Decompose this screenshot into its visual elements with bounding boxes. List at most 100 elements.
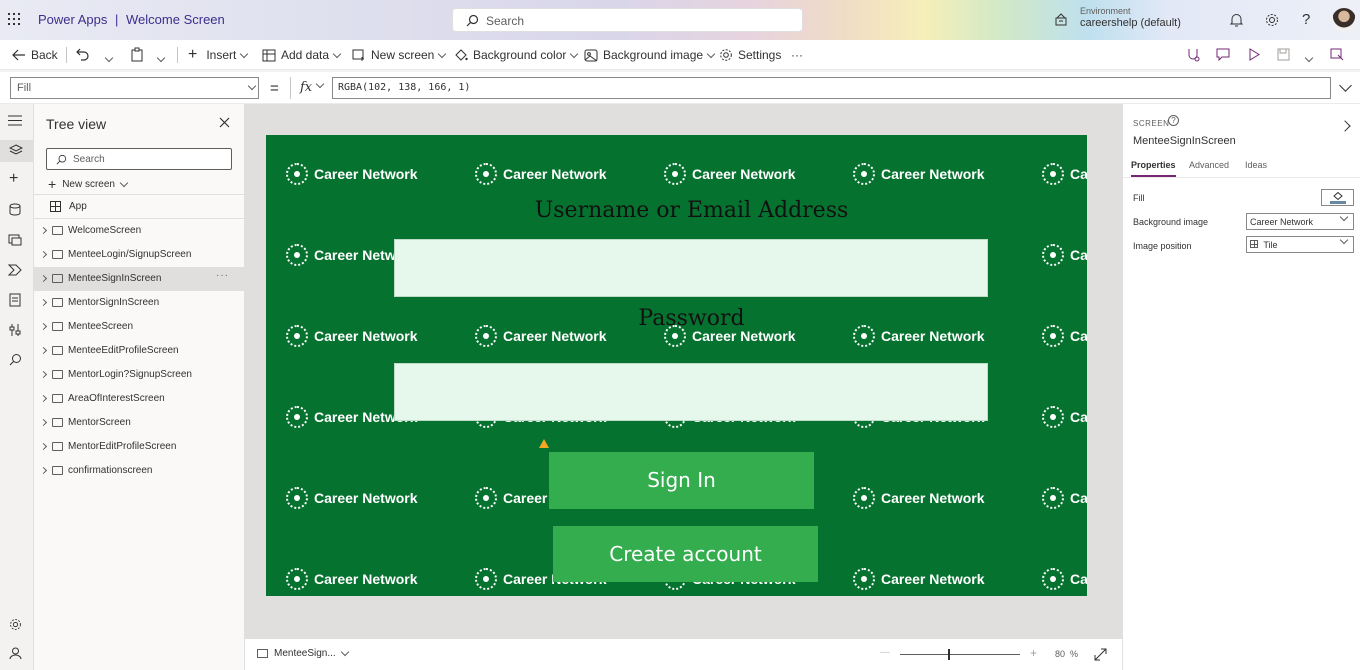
back-button[interactable]: Back [12, 46, 58, 64]
paste-menu-chevron[interactable] [156, 53, 166, 63]
chevron-down-icon [706, 49, 716, 58]
save-icon[interactable] [1277, 48, 1290, 61]
expand-chevron-icon[interactable] [39, 250, 48, 259]
tree-screen-item[interactable]: WelcomeScreen [34, 219, 245, 243]
more-options-button[interactable]: ··· [216, 270, 229, 281]
preview-play-icon[interactable] [1248, 48, 1260, 61]
expand-chevron-icon[interactable] [39, 298, 48, 307]
zoom-slider-thumb[interactable] [948, 649, 950, 660]
zoom-out-button[interactable]: — [880, 647, 890, 658]
settings-button[interactable]: Settings [719, 46, 781, 64]
screen-selector[interactable]: MenteeSign... [257, 647, 349, 659]
collapse-panel-chevron[interactable] [1339, 120, 1351, 132]
save-menu-chevron[interactable] [1304, 53, 1314, 63]
app-checker-icon[interactable] [1186, 48, 1200, 62]
expand-chevron-icon[interactable] [39, 346, 48, 355]
background-image-button[interactable]: Background image [584, 46, 716, 64]
career-network-logo-icon [286, 568, 308, 590]
expand-chevron-icon[interactable] [39, 226, 48, 235]
tree-search-input[interactable]: Search [46, 148, 232, 170]
publish-icon[interactable] [1330, 48, 1344, 61]
expand-chevron-icon[interactable] [39, 370, 48, 379]
app-launcher-icon[interactable] [8, 13, 20, 25]
zoom-slider[interactable] [900, 649, 1020, 660]
create-account-button[interactable]: Create account [553, 526, 818, 582]
tree-screen-item[interactable]: MenteeScreen [34, 315, 245, 339]
chevron-down-icon [1339, 235, 1349, 245]
tree-screen-item[interactable]: confirmationscreen [34, 459, 245, 483]
insert-rail-icon[interactable]: + [9, 170, 18, 188]
expand-chevron-icon[interactable] [39, 274, 48, 283]
tab-advanced[interactable]: Advanced [1189, 160, 1229, 170]
background-image-label: Background image [603, 48, 704, 62]
paste-icon[interactable] [130, 47, 144, 62]
tree-screen-item[interactable]: MenteeEditProfileScreen [34, 339, 245, 363]
user-avatar[interactable] [1332, 8, 1356, 32]
screen-name: MentorEditProfileScreen [68, 441, 177, 452]
expand-formula-chevron[interactable] [1339, 79, 1352, 92]
notifications-icon[interactable] [1230, 13, 1243, 27]
global-search-box[interactable]: Search [452, 8, 803, 32]
tree-screen-item[interactable]: MentorLogin?SignupScreen [34, 363, 245, 387]
environment-value: careershelp (default) [1080, 17, 1181, 29]
new-screen-button[interactable]: New screen [352, 46, 447, 64]
insert-button[interactable]: + Insert [188, 46, 249, 64]
power-automate-icon[interactable] [8, 264, 22, 276]
tree-screen-item[interactable]: MentorSignInScreen [34, 291, 245, 315]
more-commands-button[interactable]: ··· [791, 46, 803, 64]
password-input[interactable] [394, 363, 988, 421]
screen-name: MentorSignInScreen [68, 297, 160, 308]
tree-app-node[interactable]: App [50, 201, 87, 212]
sign-in-button[interactable]: Sign In [549, 452, 814, 509]
tree-screen-item[interactable]: MenteeLogin/SignupScreen [34, 243, 245, 267]
hamburger-menu-icon[interactable] [8, 115, 22, 126]
tree-new-screen-button[interactable]: + New screen [48, 176, 129, 192]
image-position-dropdown[interactable]: Tile [1246, 235, 1354, 253]
property-selector[interactable]: Fill [10, 77, 259, 99]
background-image-dropdown[interactable]: Career Network [1246, 212, 1354, 230]
app-node-label: App [69, 201, 87, 212]
add-data-button[interactable]: Add data [262, 46, 342, 64]
help-circle-icon[interactable]: ? [1168, 115, 1179, 126]
data-icon[interactable] [9, 203, 21, 216]
fill-color-picker[interactable] [1321, 189, 1354, 206]
screen-name: MentorLogin?SignupScreen [68, 369, 192, 380]
comments-icon[interactable] [1216, 48, 1230, 61]
fit-to-window-icon[interactable] [1094, 648, 1107, 661]
paint-bucket-icon [1333, 192, 1343, 201]
tree-screen-item[interactable]: MentorEditProfileScreen [34, 435, 245, 459]
username-input[interactable] [394, 239, 988, 297]
warning-icon[interactable] [539, 439, 549, 448]
expand-chevron-icon[interactable] [39, 322, 48, 331]
tab-ideas[interactable]: Ideas [1245, 160, 1267, 170]
background-color-button[interactable]: Background color [454, 46, 579, 64]
function-button[interactable]: fx [290, 77, 330, 99]
layers-icon[interactable] [9, 144, 23, 157]
variables-icon[interactable] [9, 293, 21, 307]
tab-properties[interactable]: Properties [1131, 160, 1176, 177]
expand-chevron-icon[interactable] [39, 394, 48, 403]
advanced-tools-icon[interactable] [9, 323, 21, 337]
settings-gear-icon[interactable] [1265, 13, 1279, 27]
undo-menu-chevron[interactable] [104, 53, 114, 63]
virtual-agent-icon[interactable] [9, 647, 22, 660]
tree-screen-item[interactable]: MenteeSignInScreen ··· [34, 267, 245, 291]
close-icon[interactable] [219, 117, 230, 128]
settings-rail-icon[interactable] [9, 618, 22, 631]
chevron-down-icon [570, 49, 579, 58]
tree-screen-item[interactable]: MentorScreen [34, 411, 245, 435]
formula-input[interactable]: RGBA(102, 138, 166, 1) [332, 77, 1331, 99]
search-rail-icon[interactable] [9, 353, 22, 366]
career-network-tile: Career Network [475, 163, 607, 185]
career-network-logo-icon [1042, 163, 1064, 185]
undo-icon[interactable] [76, 48, 90, 61]
media-icon[interactable] [8, 233, 22, 246]
career-network-tile: Career Network [286, 568, 418, 590]
zoom-in-button[interactable]: + [1030, 646, 1037, 660]
career-network-tile: Career Network [853, 568, 985, 590]
expand-chevron-icon[interactable] [39, 442, 48, 451]
expand-chevron-icon[interactable] [39, 466, 48, 475]
expand-chevron-icon[interactable] [39, 418, 48, 427]
tree-screen-item[interactable]: AreaOfInterestScreen [34, 387, 245, 411]
help-icon[interactable]: ? [1302, 11, 1310, 28]
